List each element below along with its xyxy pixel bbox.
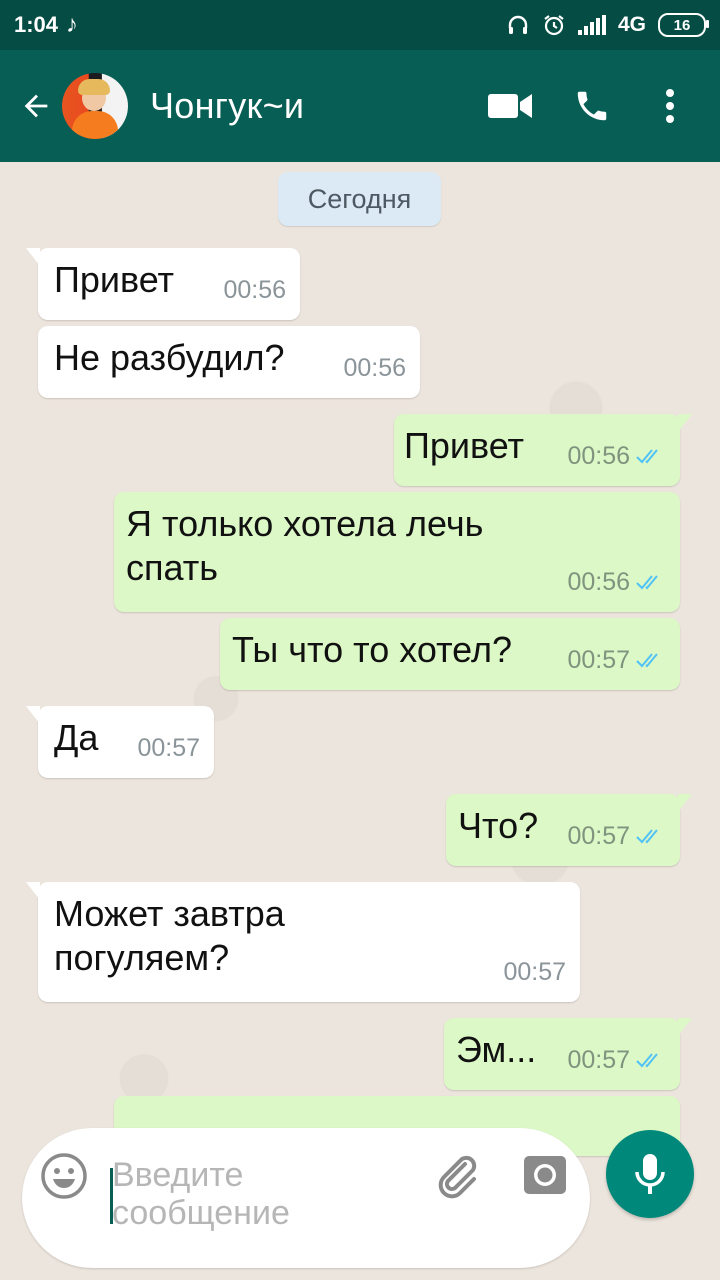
back-button[interactable] xyxy=(16,86,56,126)
signal-icon xyxy=(577,15,606,35)
header-actions xyxy=(450,50,720,162)
avatar-shirt xyxy=(72,111,118,139)
double-check-icon xyxy=(636,653,658,668)
bubble-tail xyxy=(26,706,40,724)
message-time: 00:56 xyxy=(567,442,630,470)
message-text: Я только хотела лечь спать xyxy=(126,503,484,588)
music-note-icon: ♪ xyxy=(66,11,79,38)
double-check-icon xyxy=(636,449,658,464)
alarm-icon xyxy=(544,15,564,36)
bubble-tail xyxy=(678,1018,692,1036)
message-text: Да xyxy=(54,717,99,758)
message-meta: 00:57 xyxy=(567,814,666,858)
message-input[interactable]: Введите сообщение xyxy=(112,1156,412,1232)
message-incoming[interactable]: Не разбудил? 00:56 xyxy=(38,326,420,398)
message-text: Не разбудил? xyxy=(54,337,285,378)
more-vert-icon xyxy=(666,89,674,123)
phone-icon xyxy=(577,91,607,121)
video-call-button[interactable] xyxy=(488,84,532,128)
date-divider: Сегодня xyxy=(278,172,441,226)
message-time: 00:57 xyxy=(503,958,566,986)
message-meta: 00:57 xyxy=(567,638,666,682)
arrow-back-icon xyxy=(24,94,48,118)
message-time: 00:56 xyxy=(343,354,406,382)
network-type: 4G xyxy=(617,13,646,36)
contact-name[interactable]: Чонгук~и xyxy=(150,85,304,127)
status-icons: 4G 16 xyxy=(506,0,709,50)
more-options-button[interactable] xyxy=(648,84,692,128)
message-outgoing[interactable]: Эм... 00:57 xyxy=(444,1018,692,1090)
camera-icon[interactable] xyxy=(520,1150,570,1200)
message-incoming[interactable]: Да 00:57 xyxy=(26,706,214,778)
message-time: 00:57 xyxy=(567,1046,630,1074)
voice-call-button[interactable] xyxy=(570,84,614,128)
status-bar: 1:04 ♪ 4G 16 xyxy=(0,0,720,50)
message-time: 00:56 xyxy=(567,568,630,596)
message-meta: 00:56 xyxy=(223,268,286,312)
emoji-icon[interactable] xyxy=(40,1152,88,1200)
double-check-icon xyxy=(636,1053,658,1068)
message-meta: 00:57 xyxy=(137,726,200,770)
message-meta: 00:56 xyxy=(567,434,666,478)
message-outgoing[interactable]: Привет 00:56 xyxy=(394,414,692,486)
message-text: Привет xyxy=(54,259,175,300)
headphones-icon xyxy=(508,15,528,34)
message-composer: Введите сообщение xyxy=(22,1128,590,1268)
message-meta: 00:56 xyxy=(343,346,406,390)
chat-header: Чонгук~и xyxy=(0,50,720,162)
message-incoming[interactable]: Может завтра погуляем? 00:57 xyxy=(26,882,580,1002)
message-time: 00:57 xyxy=(567,822,630,850)
chat-area[interactable]: Сегодня Привет 00:56 Не разбудил? 00:56 … xyxy=(0,162,720,1280)
bubble-tail xyxy=(678,414,692,432)
avatar-hair xyxy=(78,79,110,95)
double-check-icon xyxy=(636,575,658,590)
double-check-icon xyxy=(636,829,658,844)
message-meta: 00:56 xyxy=(567,560,666,604)
message-text: Может завтра погуляем? xyxy=(54,893,285,978)
microphone-button[interactable] xyxy=(606,1130,694,1218)
message-text: Эм... xyxy=(456,1029,537,1070)
paperclip-icon[interactable] xyxy=(432,1150,482,1200)
status-time: 1:04 xyxy=(14,12,59,37)
bubble-tail xyxy=(26,248,40,266)
message-time: 00:56 xyxy=(223,276,286,304)
message-incoming[interactable]: Привет 00:56 xyxy=(26,248,300,320)
video-camera-icon xyxy=(488,94,532,118)
message-outgoing[interactable]: Я только хотела лечь спать 00:56 xyxy=(114,492,680,612)
bubble-tail xyxy=(678,794,692,812)
message-outgoing[interactable]: Ты что то хотел? 00:57 xyxy=(220,618,680,690)
avatar[interactable] xyxy=(62,73,128,139)
message-text: Привет xyxy=(404,425,525,466)
message-time: 00:57 xyxy=(567,646,630,674)
message-outgoing[interactable]: Что? 00:57 xyxy=(446,794,692,866)
message-meta: 00:57 xyxy=(503,950,566,994)
battery-level: 16 xyxy=(673,16,691,34)
message-text: Ты что то хотел? xyxy=(232,629,513,670)
bubble-tail xyxy=(26,882,40,900)
message-text: Что? xyxy=(458,805,539,846)
battery-icon: 16 xyxy=(658,13,709,37)
message-time: 00:57 xyxy=(137,734,200,762)
microphone-icon xyxy=(635,1154,665,1194)
message-meta: 00:57 xyxy=(567,1038,666,1082)
